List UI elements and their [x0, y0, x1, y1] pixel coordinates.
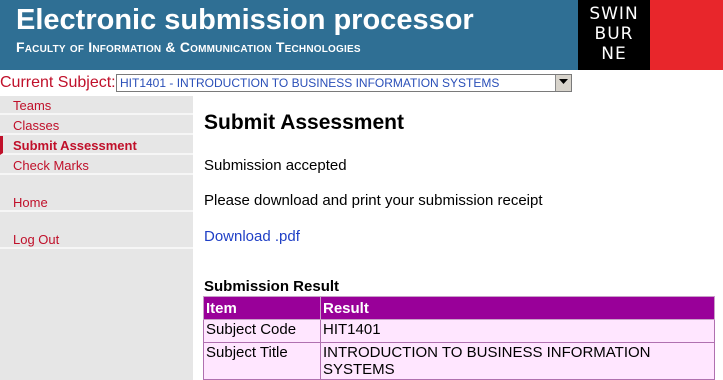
table-cell-item: Subject Code: [203, 319, 321, 343]
sidebar: Teams Classes Submit Assessment Check Ma…: [0, 96, 193, 380]
logo-red-block: [650, 0, 723, 70]
submission-status: Submission accepted: [204, 157, 347, 174]
current-subject-label: Current Subject:: [0, 74, 116, 91]
table-row: Subject Title INTRODUCTION TO BUSINESS I…: [203, 342, 715, 380]
sidebar-item-submit-assessment[interactable]: Submit Assessment: [0, 136, 193, 155]
column-header-result: Result: [320, 296, 715, 320]
app-title: Electronic submission processor: [16, 4, 474, 36]
sidebar-item-log-out[interactable]: Log Out: [0, 230, 193, 249]
logo-line-2: BUR: [594, 24, 634, 44]
logo-line-1: SWIN: [589, 4, 639, 24]
page-title: Submit Assessment: [204, 111, 404, 134]
table-header-row: Item Result: [203, 296, 715, 320]
sidebar-item-classes[interactable]: Classes: [0, 116, 193, 135]
swinburne-logo: SWIN BUR NE: [578, 0, 650, 70]
subject-select-value: HIT1401 - INTRODUCTION TO BUSINESS INFOR…: [120, 76, 500, 90]
table-cell-result: INTRODUCTION TO BUSINESS INFORMATION SYS…: [320, 342, 715, 380]
table-cell-result: HIT1401: [320, 319, 715, 343]
receipt-instruction: Please download and print your submissio…: [204, 192, 543, 209]
faculty-subtitle: Faculty of Information & Communication T…: [16, 39, 361, 55]
logo-line-3: NE: [601, 44, 627, 64]
sidebar-item-teams[interactable]: Teams: [0, 96, 193, 115]
dropdown-arrow-icon[interactable]: [555, 75, 571, 91]
sidebar-item-check-marks[interactable]: Check Marks: [0, 156, 193, 175]
main-content: Submit Assessment Submission accepted Pl…: [193, 96, 723, 380]
app-header: Electronic submission processor Faculty …: [0, 0, 723, 70]
column-header-item: Item: [203, 296, 321, 320]
submission-result-table: Item Result Subject Code HIT1401 Subject…: [203, 296, 715, 380]
subject-select[interactable]: HIT1401 - INTRODUCTION TO BUSINESS INFOR…: [116, 74, 572, 92]
submission-result-heading: Submission Result: [204, 278, 340, 295]
sidebar-item-home[interactable]: Home: [0, 193, 193, 212]
download-pdf-link[interactable]: Download .pdf: [204, 228, 300, 245]
table-cell-item: Subject Title: [203, 342, 321, 380]
table-row: Subject Code HIT1401: [203, 319, 715, 343]
